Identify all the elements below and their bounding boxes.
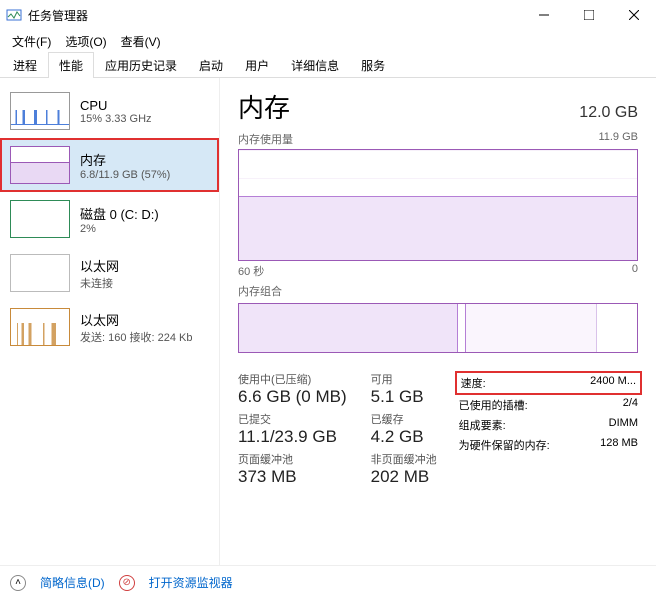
footer: ˄ 简略信息(D) ⊘ 打开资源监视器: [0, 565, 656, 599]
close-button[interactable]: [611, 0, 656, 30]
disk-thumb-icon: [10, 200, 70, 238]
tab-startup[interactable]: 启动: [188, 52, 234, 78]
usage-chart-label: 内存使用量: [238, 131, 293, 147]
sidebar-item-disk[interactable]: 磁盘 0 (C: D:)2%: [0, 192, 219, 246]
open-resmon-link[interactable]: 打开资源监视器: [149, 574, 233, 591]
tab-performance[interactable]: 性能: [48, 52, 94, 78]
stat-hwreserved: 为硬件保留的内存:128 MB: [459, 435, 638, 455]
window-title: 任务管理器: [28, 7, 521, 24]
memory-usage-chart: [238, 149, 638, 261]
simple-view-link[interactable]: 简略信息(D): [40, 574, 105, 591]
memory-total: 12.0 GB: [579, 104, 638, 122]
sidebar-item-ethernet-1[interactable]: 以太网未连接: [0, 246, 219, 300]
stat-slots: 已使用的插槽:2/4: [459, 395, 638, 415]
sidebar-item-cpu[interactable]: CPU15% 3.33 GHz: [0, 84, 219, 138]
minimize-button[interactable]: [521, 0, 566, 30]
ethernet-thumb-icon: [10, 254, 70, 292]
tab-details[interactable]: 详细信息: [280, 52, 350, 78]
memory-composition-chart: [238, 303, 638, 353]
app-icon: [6, 7, 22, 23]
stats-right: 速度:2400 M... 已使用的插槽:2/4 组成要素:DIMM 为硬件保留的…: [459, 371, 638, 487]
memory-thumb-icon: [10, 146, 70, 184]
comp-chart-label: 内存组合: [238, 283, 282, 299]
maximize-button[interactable]: [566, 0, 611, 30]
chevron-up-icon[interactable]: ˄: [10, 575, 26, 591]
ethernet2-thumb-icon: [10, 308, 70, 346]
tab-app-history[interactable]: 应用历史记录: [94, 52, 188, 78]
menu-bar: 文件(F) 选项(O) 查看(V): [0, 30, 656, 52]
sidebar-item-memory[interactable]: 内存6.8/11.9 GB (57%): [0, 138, 219, 192]
sidebar-item-ethernet-2[interactable]: 以太网发送: 160 接收: 224 Kb: [0, 300, 219, 354]
tab-bar: 进程 性能 应用历史记录 启动 用户 详细信息 服务: [0, 52, 656, 78]
perf-sidebar: CPU15% 3.33 GHz 内存6.8/11.9 GB (57%) 磁盘 0…: [0, 78, 220, 565]
usage-chart-max: 11.9 GB: [598, 131, 638, 147]
tab-processes[interactable]: 进程: [2, 52, 48, 78]
stat-speed: 速度:2400 M...: [455, 371, 642, 395]
stats-left: 使用中(已压缩)6.6 GB (0 MB) 可用5.1 GB 已提交11.1/2…: [238, 371, 437, 487]
tab-services[interactable]: 服务: [350, 52, 396, 78]
tab-users[interactable]: 用户: [234, 52, 280, 78]
resmon-icon: ⊘: [119, 575, 135, 591]
main-panel: 内存 12.0 GB 内存使用量 11.9 GB 60 秒 0 内存组合 使用中…: [220, 78, 656, 565]
stat-formfactor: 组成要素:DIMM: [459, 415, 638, 435]
title-bar: 任务管理器: [0, 0, 656, 30]
page-title: 内存: [238, 88, 290, 125]
menu-file[interactable]: 文件(F): [6, 31, 57, 52]
menu-options[interactable]: 选项(O): [59, 31, 112, 52]
menu-view[interactable]: 查看(V): [115, 31, 167, 52]
cpu-thumb-icon: [10, 92, 70, 130]
